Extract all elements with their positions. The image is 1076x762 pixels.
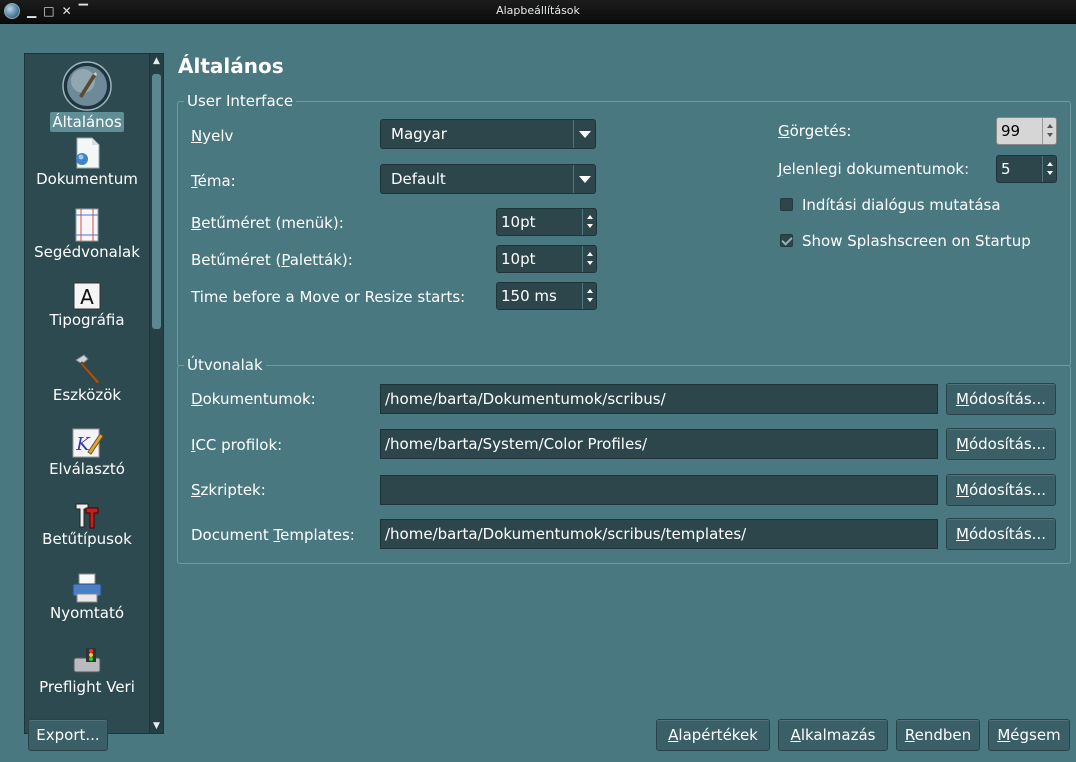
- chevron-down-icon[interactable]: [573, 165, 595, 193]
- font-size-palettes-label: Betűméret (Paletták):: [191, 251, 353, 269]
- change-scripts-path-button[interactable]: Módosítás...: [946, 474, 1056, 506]
- hyphenator-icon: K: [72, 428, 104, 458]
- button-label: ódosítás...: [968, 481, 1046, 499]
- combo-value: Default: [391, 170, 446, 188]
- recent-docs-spinbox[interactable]: 5: [996, 155, 1057, 183]
- defaults-button[interactable]: Alapértékek: [656, 719, 770, 751]
- sidebar-item-document[interactable]: Dokumentum: [25, 136, 149, 188]
- button-label: lapértékek: [678, 726, 758, 744]
- cancel-button[interactable]: Mégsem: [988, 719, 1070, 751]
- export-button[interactable]: Export...: [28, 719, 108, 751]
- path-label-documents: Dokumentumok:: [191, 390, 316, 408]
- printer-icon: [72, 573, 102, 603]
- sidebar-item-general[interactable]: Általános: [25, 60, 149, 132]
- spin-arrows-icon[interactable]: [582, 246, 596, 272]
- spin-value: 10pt: [501, 213, 536, 231]
- move-resize-label: Time before a Move or Resize starts:: [191, 288, 466, 306]
- svg-text:A: A: [80, 285, 94, 309]
- sidebar-item-label: Segédvonalak: [34, 243, 140, 261]
- sidebar-item-label: Preflight Veri: [39, 678, 135, 696]
- scroll-spinbox[interactable]: 99: [996, 117, 1057, 145]
- documents-path-field[interactable]: /home/barta/Dokumentumok/scribus/: [380, 384, 938, 414]
- button-label: ódosítás...: [968, 390, 1046, 408]
- button-label: égsem: [1010, 726, 1061, 744]
- group-legend: Útvonalak: [184, 356, 266, 374]
- scroll-up-icon[interactable]: ▲: [150, 54, 163, 68]
- checkbox-label: Show Splashscreen on Startup: [802, 232, 1031, 250]
- checkbox-box[interactable]: [780, 198, 793, 211]
- language-label: Nyelv: [191, 127, 234, 145]
- sidebar-item-preflight[interactable]: Preflight Veri: [25, 646, 149, 696]
- button-label: lkalmazás: [800, 726, 876, 744]
- scroll-thumb[interactable]: [152, 74, 161, 329]
- spin-arrows-icon[interactable]: [1042, 118, 1056, 144]
- chevron-down-icon[interactable]: [573, 120, 595, 148]
- page-title: Általános: [178, 54, 284, 78]
- sidebar-item-label: Dokumentum: [36, 170, 138, 188]
- sidebar-item-hyphenator[interactable]: K Elválasztó: [25, 426, 149, 478]
- preflight-icon: [73, 648, 101, 673]
- button-label: Export...: [36, 726, 100, 744]
- sidebar-item-label: Betűtípusok: [42, 530, 132, 548]
- sidebar-item-label: Általános: [50, 112, 124, 132]
- icc-path-field[interactable]: /home/barta/System/Color Profiles/: [380, 429, 938, 459]
- show-splash-checkbox[interactable]: Show Splashscreen on Startup: [780, 232, 1031, 250]
- spin-value: 5: [1001, 160, 1011, 178]
- window-title: Alapbeállítások: [496, 4, 580, 17]
- recent-docs-label: Jelenlegi dokumentumok:: [778, 160, 970, 178]
- show-startup-dialog-checkbox[interactable]: Indítási dialógus mutatása: [780, 196, 1001, 214]
- sidebar-scrollbar[interactable]: ▲ ▼: [149, 54, 163, 733]
- spin-arrows-icon[interactable]: [582, 209, 596, 235]
- guides-icon: [75, 208, 99, 242]
- apply-button[interactable]: Alkalmazás: [778, 719, 888, 751]
- spin-arrows-icon[interactable]: [582, 283, 596, 309]
- sidebar-item-printer[interactable]: Nyomtató: [25, 572, 149, 622]
- templates-path-field[interactable]: /home/barta/Dokumentumok/scribus/templat…: [380, 519, 938, 549]
- move-resize-spinbox[interactable]: 150 ms: [496, 282, 597, 310]
- checkbox-label: Indítási dialógus mutatása: [802, 196, 1001, 214]
- general-icon: [62, 61, 112, 111]
- font-size-menus-spinbox[interactable]: 10pt: [496, 208, 597, 236]
- sidebar-item-guides[interactable]: Segédvonalak: [25, 207, 149, 261]
- typography-icon: A: [73, 282, 101, 310]
- scripts-path-field[interactable]: [380, 475, 938, 505]
- theme-combo[interactable]: Default: [380, 164, 596, 194]
- path-label-icc: ICC profilok:: [191, 436, 283, 454]
- font-size-menus-label: Betűméret (menük):: [191, 214, 344, 232]
- category-list[interactable]: Általános Dokumentum Segédvonalak A Tipo…: [24, 53, 164, 734]
- font-size-palettes-spinbox[interactable]: 10pt: [496, 245, 597, 273]
- scroll-label: Görgetés:: [778, 122, 852, 140]
- sidebar-item-fonts[interactable]: Betűtípusok: [25, 500, 149, 548]
- change-icc-path-button[interactable]: Módosítás...: [946, 428, 1056, 460]
- group-legend: User Interface: [184, 92, 297, 110]
- ok-button[interactable]: Rendben: [896, 719, 980, 751]
- spin-value: 99: [1001, 122, 1021, 140]
- button-label: ódosítás...: [968, 525, 1046, 543]
- title-bar: ▁ □ ✕ ▔ Alapbeállítások: [0, 0, 1076, 24]
- path-label-templates: Document Templates:: [191, 526, 355, 544]
- change-documents-path-button[interactable]: Módosítás...: [946, 383, 1056, 415]
- document-icon: [76, 137, 100, 169]
- checkbox-box[interactable]: [780, 234, 793, 247]
- sidebar-item-label: Elválasztó: [49, 460, 125, 478]
- theme-label: Téma:: [191, 172, 236, 190]
- fonts-icon: [75, 503, 99, 529]
- scroll-down-icon[interactable]: ▼: [150, 719, 163, 733]
- button-label: ódosítás...: [968, 435, 1046, 453]
- spin-value: 150 ms: [501, 287, 557, 305]
- tools-icon: [75, 354, 101, 385]
- spin-arrows-icon[interactable]: [1042, 156, 1056, 182]
- button-label: endben: [914, 726, 972, 744]
- combo-value: Magyar: [391, 125, 447, 143]
- sidebar-item-typography[interactable]: A Tipográfia: [25, 281, 149, 329]
- sidebar-item-label: Tipográfia: [49, 311, 125, 329]
- sidebar-item-label: Nyomtató: [49, 604, 125, 622]
- sidebar-item-tools[interactable]: Eszközök: [25, 352, 149, 404]
- sidebar-item-label: Eszközök: [52, 386, 122, 404]
- preferences-window: Általános Dokumentum Segédvonalak A Tipo…: [0, 24, 1076, 762]
- spin-value: 10pt: [501, 250, 536, 268]
- path-label-scripts: Szkriptek:: [191, 481, 266, 499]
- language-combo[interactable]: Magyar: [380, 119, 596, 149]
- change-templates-path-button[interactable]: Módosítás...: [946, 518, 1056, 550]
